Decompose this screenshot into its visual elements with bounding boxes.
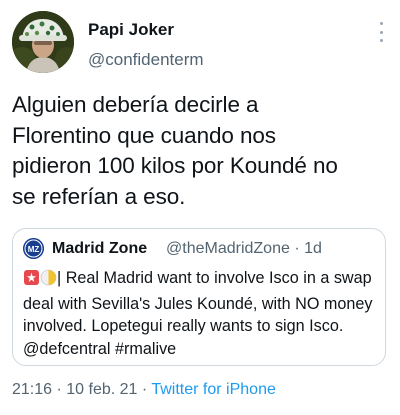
dot	[379, 22, 383, 25]
quoted-display-name: Madrid Zone	[52, 240, 148, 257]
quoted-tweet-card[interactable]: MZ Madrid Zone @theMadridZone · 1d | Rea…	[12, 228, 386, 366]
tweet-source[interactable]: Twitter for iPhone	[151, 381, 276, 398]
svg-text:MZ: MZ	[28, 245, 40, 254]
more-vertical-icon[interactable]	[378, 22, 384, 42]
tweet-footer: 21:16 · 10 feb. 21 · Twitter for iPhone	[12, 381, 276, 399]
quoted-meta: @theMadridZone · 1d	[166, 240, 322, 258]
madrid-zone-logo-icon: MZ	[23, 238, 44, 259]
dot	[379, 30, 383, 34]
quoted-handle: @theMadridZone	[166, 240, 290, 257]
quoted-tweet-text-block: | Real Madrid want to involve Isco in a …	[23, 267, 381, 360]
author-display-name[interactable]: Papi Joker	[88, 20, 174, 40]
half-white-half-yellow-circle-emoji-icon	[40, 269, 57, 293]
quoted-time: 1d	[304, 240, 322, 257]
quoted-tweet-text: Real Madrid want to involve Isco in a sw…	[23, 269, 373, 358]
dot	[379, 39, 383, 42]
tweet-text: Alguien debería decirle a Florentino que…	[12, 92, 338, 209]
author-handle[interactable]: @confidenterm	[88, 50, 204, 70]
tweet-header: Papi Joker @confidenterm	[12, 10, 388, 74]
avatar-image	[12, 11, 74, 73]
author-avatar[interactable]	[12, 11, 74, 73]
quoted-separator: ·	[294, 240, 300, 257]
quoted-prefix-separator: |	[57, 269, 62, 287]
quoted-tweet-header: MZ Madrid Zone @theMadridZone · 1d	[23, 238, 383, 260]
siren-emoji-icon	[23, 269, 40, 293]
tweet-timestamp[interactable]: 21:16 · 10 feb. 21 ·	[12, 381, 151, 398]
